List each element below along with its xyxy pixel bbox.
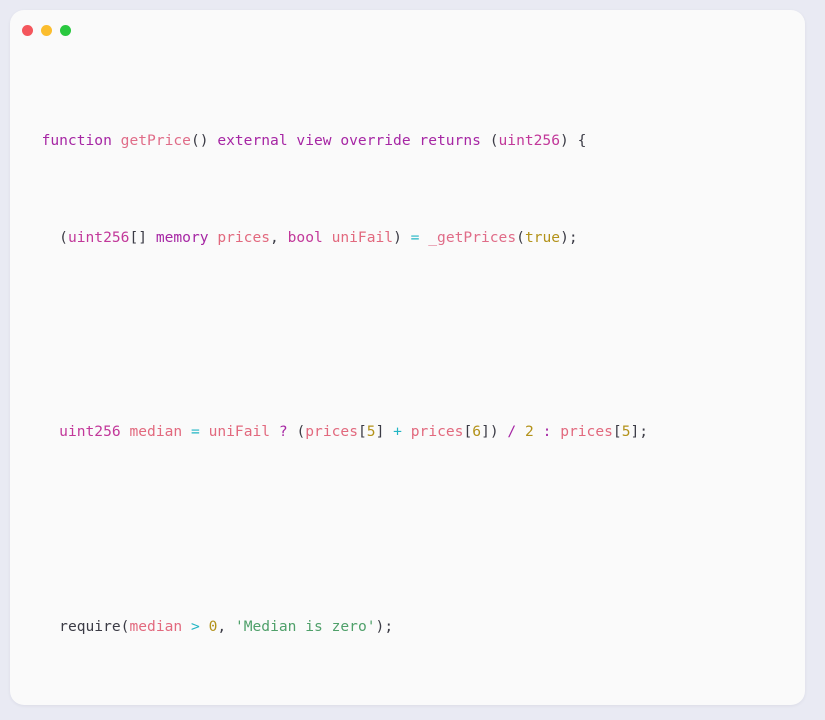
code-line: (uint256[] memory prices, bool uniFail) … xyxy=(24,229,578,247)
code-line: function getPrice() external view overri… xyxy=(41,131,587,149)
maximize-window-button[interactable] xyxy=(60,24,71,36)
code-line: require(median > 0, 'Median is zero'); xyxy=(59,617,394,635)
code-block: function getPrice() external view overri… xyxy=(10,50,805,705)
code-line: uint256 median = uniFail ? (prices[5] + … xyxy=(59,423,649,441)
close-window-button[interactable] xyxy=(22,24,33,36)
code-window: function getPrice() external view overri… xyxy=(10,10,805,705)
window-titlebar xyxy=(10,10,805,50)
minimize-window-button[interactable] xyxy=(41,24,52,36)
